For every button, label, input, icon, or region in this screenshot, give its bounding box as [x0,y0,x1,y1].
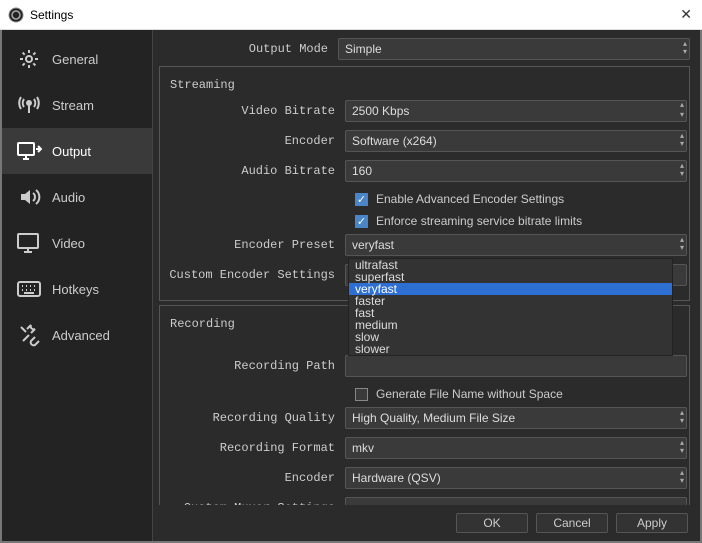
recording-format-select[interactable]: mkv ▴▾ [345,437,687,459]
output-icon [16,138,42,164]
sidebar-item-label: Hotkeys [52,282,99,297]
obs-logo-icon [8,7,24,23]
gear-icon [16,46,42,72]
keyboard-icon [16,276,42,302]
streaming-encoder-label: Encoder [160,134,345,148]
gen-filename-row[interactable]: Generate File Name without Space [160,383,687,405]
video-bitrate-input[interactable]: 2500 Kbps ▴▾ [345,100,687,122]
sidebar-item-stream[interactable]: Stream [2,82,152,128]
recording-encoder-select[interactable]: Hardware (QSV) ▴▾ [345,467,687,489]
enforce-limits-row[interactable]: ✓ Enforce streaming service bitrate limit… [160,210,687,232]
preset-option[interactable]: faster [349,295,672,307]
sidebar-item-output[interactable]: Output [2,128,152,174]
updown-icon: ▴▾ [680,162,684,178]
tools-icon [16,322,42,348]
sidebar-item-label: Stream [52,98,94,113]
streaming-encoder-value: Software (x264) [352,134,437,148]
stepper-icon[interactable]: ▴▾ [680,100,684,120]
app-body: General Stream Output Audio Video Hotkey… [0,30,702,543]
preset-option[interactable]: slow [349,331,672,343]
sidebar-item-label: General [52,52,98,67]
recording-encoder-value: Hardware (QSV) [352,471,441,485]
updown-icon: ▴▾ [680,236,684,252]
sidebar-item-hotkeys[interactable]: Hotkeys [2,266,152,312]
updown-icon: ▴▾ [680,132,684,148]
preset-option[interactable]: superfast [349,271,672,283]
titlebar: Settings ✕ [0,0,702,30]
preset-option[interactable]: veryfast [349,283,672,295]
video-icon [16,230,42,256]
audio-icon [16,184,42,210]
checkbox-icon[interactable] [355,388,368,401]
streaming-encoder-select[interactable]: Software (x264) ▴▾ [345,130,687,152]
sidebar-item-general[interactable]: General [2,36,152,82]
updown-icon: ▴▾ [680,409,684,425]
enable-advanced-label: Enable Advanced Encoder Settings [376,192,564,206]
encoder-preset-dropdown[interactable]: ultrafastsuperfastveryfastfasterfastmedi… [348,258,673,356]
video-bitrate-value: 2500 Kbps [352,104,409,118]
sidebar-item-audio[interactable]: Audio [2,174,152,220]
sidebar-item-label: Video [52,236,85,251]
sidebar-item-video[interactable]: Video [2,220,152,266]
broadcast-icon [16,92,42,118]
custom-encoder-label: Custom Encoder Settings [160,268,345,282]
recording-format-value: mkv [352,441,374,455]
audio-bitrate-label: Audio Bitrate [160,164,345,178]
checkbox-icon[interactable]: ✓ [355,215,368,228]
audio-bitrate-select[interactable]: 160 ▴▾ [345,160,687,182]
encoder-preset-select[interactable]: veryfast ▴▾ [345,234,687,256]
sidebar-item-label: Advanced [52,328,110,343]
checkbox-icon[interactable]: ✓ [355,193,368,206]
updown-icon: ▴▾ [683,40,687,56]
streaming-legend: Streaming [166,78,239,92]
preset-option[interactable]: medium [349,319,672,331]
output-mode-select[interactable]: Simple ▴▾ [338,38,690,60]
updown-icon: ▴▾ [680,469,684,485]
window-title: Settings [30,8,73,22]
video-bitrate-label: Video Bitrate [160,104,345,118]
recording-format-label: Recording Format [160,441,345,455]
preset-option[interactable]: slower [349,343,672,355]
enable-advanced-row[interactable]: ✓ Enable Advanced Encoder Settings [160,188,687,210]
sidebar: General Stream Output Audio Video Hotkey… [2,30,152,541]
recording-quality-value: High Quality, Medium File Size [352,411,515,425]
recording-quality-select[interactable]: High Quality, Medium File Size ▴▾ [345,407,687,429]
output-mode-label: Output Mode [153,42,338,56]
enforce-limits-label: Enforce streaming service bitrate limits [376,214,582,228]
audio-bitrate-value: 160 [352,164,372,178]
sidebar-item-advanced[interactable]: Advanced [2,312,152,358]
sidebar-item-label: Output [52,144,91,159]
recording-path-label: Recording Path [160,359,345,373]
cancel-button[interactable]: Cancel [536,513,608,533]
ok-button[interactable]: OK [456,513,528,533]
sidebar-item-label: Audio [52,190,85,205]
close-icon[interactable]: ✕ [680,6,692,23]
gen-filename-label: Generate File Name without Space [376,387,563,401]
apply-button[interactable]: Apply [616,513,688,533]
recording-legend: Recording [166,317,239,331]
updown-icon: ▴▾ [680,439,684,455]
dialog-footer: OK Cancel Apply [153,505,700,541]
main-panel: Output Mode Simple ▴▾ Streaming Video Bit… [152,30,700,541]
encoder-preset-value: veryfast [352,238,394,252]
encoder-preset-label: Encoder Preset [160,238,345,252]
recording-encoder-label: Encoder [160,471,345,485]
output-mode-value: Simple [345,42,382,56]
recording-path-input[interactable] [345,355,687,377]
recording-quality-label: Recording Quality [160,411,345,425]
